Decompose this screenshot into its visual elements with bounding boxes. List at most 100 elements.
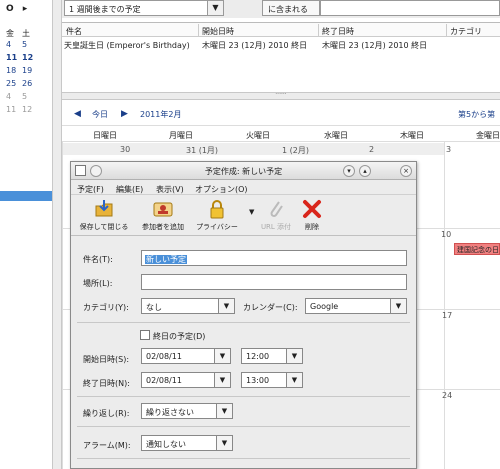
weekday-header-row: 日曜日 月曜日 火曜日 水曜日 木曜日 金曜日 (62, 128, 500, 142)
week-number-label: 第5から第 (458, 110, 496, 119)
location-field[interactable] (141, 274, 407, 290)
weekday-header: 火曜日 (246, 131, 270, 140)
search-input[interactable] (320, 0, 500, 16)
previous-month-icon[interactable]: ◀ (74, 109, 81, 119)
column-divider[interactable] (446, 24, 447, 36)
mini-calendar-today-button[interactable]: O (6, 4, 14, 14)
pane-splitter[interactable] (52, 0, 62, 469)
mini-calendar-day[interactable]: 11 (6, 53, 22, 62)
category-dropdown[interactable]: なし ▼ (141, 298, 235, 314)
mini-calendar-day[interactable]: 26 (22, 79, 38, 88)
column-header-category[interactable]: カテゴリ (450, 26, 482, 37)
attach-button[interactable]: URL 添付 (259, 198, 293, 232)
delete-button[interactable]: 削除 (297, 198, 327, 232)
day-number[interactable]: 24 (442, 391, 452, 400)
mini-calendar-day[interactable]: 12 (22, 105, 38, 114)
new-event-dialog: 予定作成: 新しい予定 ▾ ▴ × 予定(F) 編集(E) 表示(V) オプショ… (70, 161, 417, 469)
chevron-down-icon[interactable]: ▼ (390, 299, 406, 313)
maximize-icon[interactable]: ▴ (359, 165, 371, 177)
month-title: 2011年2月 (140, 110, 182, 119)
alarm-dropdown[interactable]: 通知しない ▼ (141, 435, 233, 451)
save-close-label: 保存して閉じる (79, 223, 129, 231)
mini-calendar-day[interactable]: 25 (6, 79, 22, 88)
month-navigation: ◀ 今日 ▶ 2011年2月 第5から第 (62, 100, 500, 126)
chevron-down-icon[interactable]: ▼ (216, 404, 232, 418)
column-header-start[interactable]: 開始日時 (202, 26, 234, 37)
end-date-field[interactable]: 02/08/11 ▼ (141, 372, 231, 388)
repeat-label: 繰り返し(R): (83, 409, 130, 418)
chevron-down-icon[interactable]: ▼ (214, 373, 230, 387)
chevron-down-icon[interactable]: ▼ (286, 349, 302, 363)
minimize-icon[interactable]: ▾ (343, 165, 355, 177)
filter-dropdown[interactable]: 1 週間後までの予定 ▼ (64, 0, 224, 16)
mini-calendar-day[interactable]: 12 (22, 53, 38, 62)
day-number[interactable]: 30 (120, 145, 130, 154)
mini-calendar-next-button[interactable]: ▸ (23, 4, 28, 14)
chevron-down-icon[interactable]: ▼ (214, 349, 230, 363)
mini-calendar-day[interactable]: 19 (22, 66, 38, 75)
privacy-dropdown-icon[interactable]: ▼ (249, 208, 254, 216)
search-results-table: 件名 開始日時 終了日時 カテゴリ 天皇誕生日 (Emperor's Birth… (62, 22, 500, 92)
start-time-field[interactable]: 12:00 ▼ (241, 348, 303, 364)
privacy-lock-icon (210, 200, 224, 219)
mini-calendar-day[interactable]: 11 (6, 105, 22, 114)
end-time-field[interactable]: 13:00 ▼ (241, 372, 303, 388)
close-icon[interactable]: × (400, 165, 412, 177)
event-title: 建国記念の日 (457, 246, 499, 254)
mini-calendar-day[interactable]: 18 (6, 66, 22, 75)
save-close-button[interactable]: 保存して閉じる (75, 198, 133, 232)
day-number[interactable]: 10 (441, 230, 451, 239)
mini-calendar-week: 11 12 (6, 53, 38, 62)
today-button[interactable]: 今日 (92, 109, 108, 120)
next-month-icon[interactable]: ▶ (121, 109, 128, 119)
day-number[interactable]: 1 (2月) (282, 145, 309, 156)
view-splitter[interactable]: ······ (62, 92, 500, 100)
day-number[interactable]: 2 (369, 145, 374, 154)
calendar-dropdown[interactable]: Google ▼ (305, 298, 407, 314)
menu-edit[interactable]: 編集(E) (116, 184, 143, 195)
title-field[interactable]: 新しい予定 (141, 250, 407, 266)
day-number[interactable]: 17 (442, 311, 452, 320)
mini-calendar-week: 25 26 (6, 79, 38, 88)
mini-calendar: O ▸ 金土 45 11 12 18 19 25 26 45 11 12 (0, 0, 52, 469)
weekday-header: 金曜日 (476, 131, 500, 140)
day-number[interactable]: 31 (1月) (186, 145, 218, 156)
search-field-label: に含まれる (268, 5, 308, 14)
mini-calendar-day[interactable]: 4 (6, 92, 22, 101)
mini-calendar-day[interactable]: 5 (22, 92, 38, 101)
column-header-title[interactable]: 件名 (66, 26, 82, 37)
mini-calendar-week: 18 19 (6, 66, 38, 75)
all-day-checkbox[interactable] (140, 330, 150, 340)
start-date-value: 02/08/11 (146, 352, 182, 361)
weekday-header: 木曜日 (400, 131, 424, 140)
day-number[interactable]: 3 (446, 145, 451, 154)
chevron-down-icon[interactable]: ▼ (216, 436, 232, 450)
add-attendee-button[interactable]: 参加者を追加 (137, 198, 189, 232)
attach-label: URL 添付 (260, 223, 292, 231)
column-header-end[interactable]: 終了日時 (322, 26, 354, 37)
column-divider[interactable] (318, 24, 319, 36)
weekday-header: 日曜日 (93, 131, 117, 140)
search-field-dropdown[interactable]: に含まれる (262, 0, 320, 16)
chevron-down-icon[interactable]: ▼ (207, 1, 223, 15)
mini-calendar-nav: O ▸ (6, 4, 33, 14)
chevron-down-icon[interactable]: ▼ (286, 373, 302, 387)
column-divider[interactable] (198, 24, 199, 36)
menu-view[interactable]: 表示(V) (156, 184, 184, 195)
menu-event[interactable]: 予定(F) (77, 184, 104, 195)
alarm-label: アラーム(M): (83, 441, 131, 450)
start-date-field[interactable]: 02/08/11 ▼ (141, 348, 231, 364)
repeat-dropdown[interactable]: 繰り返さない ▼ (141, 403, 233, 419)
grid-line (62, 142, 63, 469)
chevron-down-icon[interactable]: ▼ (218, 299, 234, 313)
calendar-list-selected-item[interactable] (0, 191, 52, 201)
category-value: なし (146, 303, 162, 312)
mini-calendar-day[interactable]: 4 (6, 40, 22, 49)
menu-options[interactable]: オプション(O) (195, 184, 248, 195)
mini-calendar-day[interactable]: 5 (22, 40, 38, 49)
weekday-header: 水曜日 (324, 131, 348, 140)
dialog-titlebar[interactable]: 予定作成: 新しい予定 ▾ ▴ × (71, 162, 416, 180)
privacy-button[interactable]: プライバシー (193, 198, 241, 232)
event-item[interactable]: 建国記念の日 (454, 243, 500, 255)
mini-calendar-weekday-row: 金土 (6, 28, 38, 39)
